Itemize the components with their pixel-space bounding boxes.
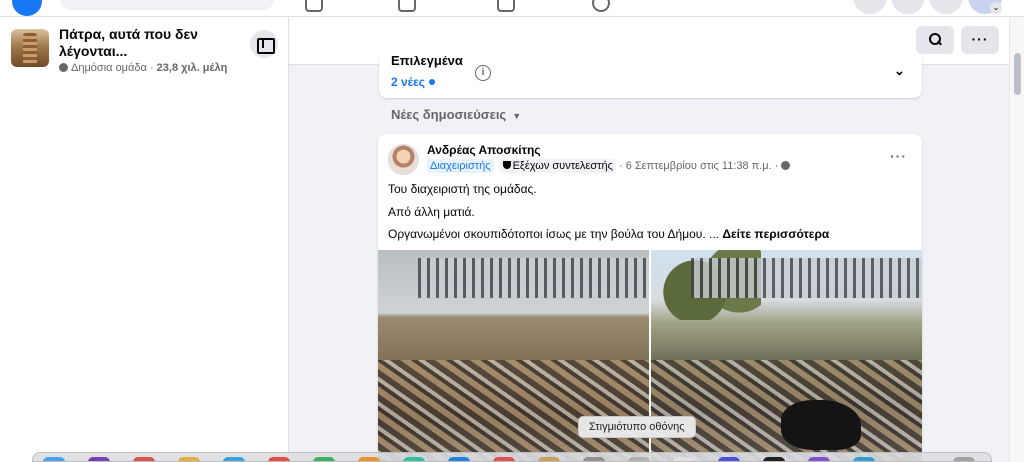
meta-separator: · bbox=[149, 62, 154, 74]
dock-app-icon[interactable] bbox=[88, 457, 110, 461]
dock-app-icon[interactable] bbox=[853, 457, 875, 461]
new-indicator-dot bbox=[429, 79, 436, 85]
home-icon[interactable] bbox=[305, 0, 323, 12]
trophy-icon bbox=[502, 161, 511, 169]
dock-app-icon[interactable] bbox=[898, 457, 920, 461]
dock-app-icon[interactable] bbox=[493, 457, 515, 461]
featured-title: Επιλεγμένα bbox=[391, 56, 463, 68]
group-more-button[interactable]: ··· bbox=[961, 26, 999, 54]
video-icon[interactable] bbox=[398, 0, 416, 12]
admin-badge[interactable]: Διαχειριστής bbox=[427, 159, 494, 173]
gaming-icon[interactable] bbox=[592, 0, 610, 12]
dock-app-icon[interactable] bbox=[358, 457, 380, 461]
dock-app-icon[interactable] bbox=[403, 457, 425, 461]
screenshot-tooltip: Στιγμιότυπο οθόνης bbox=[578, 416, 696, 438]
macos-dock bbox=[32, 452, 992, 462]
post-author[interactable]: Ανδρέας Αποσκίτης bbox=[427, 143, 541, 157]
scrollbar-thumb[interactable] bbox=[1014, 53, 1021, 95]
messenger-icon[interactable] bbox=[891, 0, 925, 14]
group-search-button[interactable] bbox=[916, 26, 954, 54]
globe-icon bbox=[781, 161, 791, 170]
post-meta: Διαχειριστής Εξέχων συντελεστής · 6 Σεπτ… bbox=[427, 159, 791, 173]
caret-down-icon: ▼ bbox=[512, 111, 522, 121]
contributor-badge[interactable]: Εξέχων συντελεστής bbox=[499, 159, 616, 173]
globe-icon bbox=[59, 63, 68, 72]
featured-card: Επιλεγμένα 2 νέες i ⌄ bbox=[379, 56, 922, 98]
sidebar-toggle-icon[interactable] bbox=[250, 30, 278, 58]
trash-icon[interactable] bbox=[953, 457, 975, 461]
notifications-icon[interactable] bbox=[929, 0, 963, 14]
dock-app-icon[interactable] bbox=[583, 457, 605, 461]
post-text-line-content: Οργανωμένοι σκουπιδότοποι ίσως με την βο… bbox=[388, 227, 720, 241]
photo-bridge bbox=[418, 258, 649, 298]
sort-selector[interactable]: Νέες δημοσιεύσεις ▼ bbox=[391, 107, 521, 122]
see-more-link[interactable]: Δείτε περισσότερα bbox=[722, 227, 829, 241]
contributor-badge-label: Εξέχων συντελεστής bbox=[512, 160, 613, 172]
group-privacy: Δημόσια ομάδα bbox=[71, 62, 147, 74]
sort-label: Νέες δημοσιεύσεις bbox=[391, 107, 507, 122]
dock-app-icon[interactable] bbox=[43, 457, 65, 461]
group-name[interactable]: Πάτρα, αυτά που δεν λέγονται... bbox=[59, 26, 239, 60]
groups-icon[interactable] bbox=[497, 0, 515, 12]
menu-grid-icon[interactable] bbox=[853, 0, 887, 14]
post-text-line: Οργανωμένοι σκουπιδότοποι ίσως με την βο… bbox=[388, 227, 829, 241]
post-text-line: Από άλλη ματιά. bbox=[388, 205, 475, 219]
more-icon: ··· bbox=[971, 31, 989, 47]
featured-new-label: 2 νέες bbox=[391, 75, 426, 89]
dock-app-icon[interactable] bbox=[538, 457, 560, 461]
dock-app-icon[interactable] bbox=[763, 457, 785, 461]
group-members[interactable]: 23,8 χιλ. μέλη bbox=[157, 62, 228, 74]
group-thumbnail[interactable] bbox=[11, 29, 49, 67]
dock-app-icon[interactable] bbox=[808, 457, 830, 461]
group-meta: Δημόσια ομάδα · 23,8 χιλ. μέλη bbox=[59, 62, 227, 74]
author-avatar[interactable] bbox=[388, 144, 419, 175]
dock-app-icon[interactable] bbox=[673, 457, 695, 461]
dock-app-icon[interactable] bbox=[268, 457, 290, 461]
post-text-line: Του διαχειριστή της ομάδας. bbox=[388, 182, 537, 196]
top-navigation-bar: ⌄ bbox=[0, 0, 1024, 17]
dock-app-icon[interactable] bbox=[448, 457, 470, 461]
page-scrollbar[interactable] bbox=[1009, 17, 1024, 462]
search-icon bbox=[929, 33, 941, 45]
dock-app-icon[interactable] bbox=[313, 457, 335, 461]
facebook-search-input[interactable] bbox=[60, 0, 274, 10]
dock-app-icon[interactable] bbox=[178, 457, 200, 461]
chevron-down-icon[interactable]: ⌄ bbox=[894, 63, 905, 79]
chevron-down-icon[interactable]: ⌄ bbox=[990, 2, 1002, 14]
photo-bridge bbox=[691, 258, 922, 298]
photo-garbage-bags bbox=[781, 400, 861, 450]
dock-app-icon[interactable] bbox=[133, 457, 155, 461]
post-card: Ανδρέας Αποσκίτης Διαχειριστής Εξέχων συ… bbox=[378, 134, 922, 462]
post-date[interactable]: · 6 Σεπτεμβρίου στις 11:38 π.μ. · bbox=[619, 160, 778, 172]
dock-app-icon[interactable] bbox=[628, 457, 650, 461]
info-icon[interactable]: i bbox=[475, 65, 491, 81]
dock-app-icon[interactable] bbox=[223, 457, 245, 461]
group-sidebar: Πάτρα, αυτά που δεν λέγονται... Δημόσια … bbox=[0, 17, 289, 462]
featured-new-count[interactable]: 2 νέες bbox=[391, 75, 436, 89]
facebook-logo-icon[interactable] bbox=[12, 0, 42, 16]
dock-app-icon[interactable] bbox=[718, 457, 740, 461]
photo-rubble bbox=[378, 360, 649, 462]
post-options-button[interactable]: ··· bbox=[890, 148, 907, 164]
